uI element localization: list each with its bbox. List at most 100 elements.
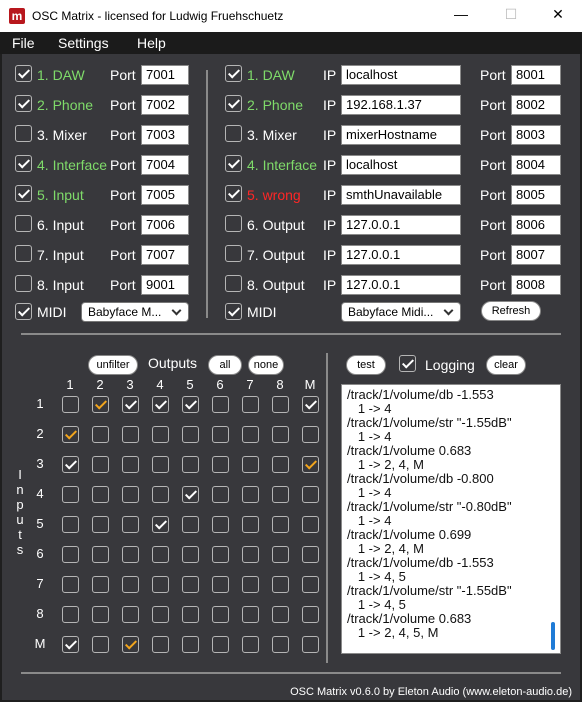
matrix-cell-M-3[interactable] (122, 636, 139, 653)
input-8-port-field[interactable]: 9001 (141, 275, 189, 295)
input-6-checkbox[interactable] (15, 215, 32, 232)
input-5-port-field[interactable]: 7005 (141, 185, 189, 205)
output-7-port-field[interactable]: 8007 (511, 245, 561, 265)
matrix-cell-8-4[interactable] (152, 606, 169, 623)
output-midi-device-dropdown[interactable]: Babyface Midi... (341, 302, 461, 322)
log-view[interactable]: /track/1/volume/db -1.553 1 -> 4/track/1… (341, 384, 561, 654)
input-4-port-field[interactable]: 7004 (141, 155, 189, 175)
refresh-button[interactable]: Refresh (481, 301, 541, 321)
input-1-checkbox[interactable] (15, 65, 32, 82)
matrix-cell-2-7[interactable] (242, 426, 259, 443)
matrix-cell-3-1[interactable] (62, 456, 79, 473)
matrix-cell-4-6[interactable] (212, 486, 229, 503)
input-8-checkbox[interactable] (15, 275, 32, 292)
log-scrollbar[interactable] (551, 622, 555, 650)
output-1-checkbox[interactable] (225, 65, 242, 82)
menu-help[interactable]: Help (137, 35, 166, 51)
output-8-checkbox[interactable] (225, 275, 242, 292)
matrix-cell-6-1[interactable] (62, 546, 79, 563)
matrix-cell-2-3[interactable] (122, 426, 139, 443)
matrix-cell-5-1[interactable] (62, 516, 79, 533)
output-3-port-field[interactable]: 8003 (511, 125, 561, 145)
output-4-port-field[interactable]: 8004 (511, 155, 561, 175)
matrix-cell-3-8[interactable] (272, 456, 289, 473)
output-5-ip-field[interactable]: smthUnavailable (341, 185, 461, 205)
matrix-cell-2-M[interactable] (302, 426, 319, 443)
matrix-cell-8-3[interactable] (122, 606, 139, 623)
matrix-cell-8-2[interactable] (92, 606, 109, 623)
matrix-cell-1-1[interactable] (62, 396, 79, 413)
output-8-ip-field[interactable]: 127.0.0.1 (341, 275, 461, 295)
matrix-cell-6-6[interactable] (212, 546, 229, 563)
matrix-cell-7-8[interactable] (272, 576, 289, 593)
matrix-cell-8-6[interactable] (212, 606, 229, 623)
matrix-cell-6-3[interactable] (122, 546, 139, 563)
matrix-cell-3-5[interactable] (182, 456, 199, 473)
matrix-cell-4-M[interactable] (302, 486, 319, 503)
matrix-cell-M-8[interactable] (272, 636, 289, 653)
menu-settings[interactable]: Settings (58, 35, 109, 51)
matrix-cell-4-4[interactable] (152, 486, 169, 503)
matrix-cell-7-7[interactable] (242, 576, 259, 593)
matrix-cell-5-4[interactable] (152, 516, 169, 533)
input-4-checkbox[interactable] (15, 155, 32, 172)
matrix-cell-8-M[interactable] (302, 606, 319, 623)
maximize-button[interactable]: ☐ (501, 6, 521, 23)
output-3-ip-field[interactable]: mixerHostname (341, 125, 461, 145)
input-6-port-field[interactable]: 7006 (141, 215, 189, 235)
matrix-cell-4-8[interactable] (272, 486, 289, 503)
matrix-cell-6-8[interactable] (272, 546, 289, 563)
output-6-ip-field[interactable]: 127.0.0.1 (341, 215, 461, 235)
matrix-cell-5-5[interactable] (182, 516, 199, 533)
matrix-cell-5-7[interactable] (242, 516, 259, 533)
select-none-button[interactable]: none (248, 355, 284, 375)
output-4-ip-field[interactable]: localhost (341, 155, 461, 175)
matrix-cell-7-6[interactable] (212, 576, 229, 593)
output-7-ip-field[interactable]: 127.0.0.1 (341, 245, 461, 265)
input-midi-device-dropdown[interactable]: Babyface M... (81, 302, 189, 322)
output-4-checkbox[interactable] (225, 155, 242, 172)
close-button[interactable]: ✕ (548, 6, 568, 23)
matrix-cell-3-4[interactable] (152, 456, 169, 473)
matrix-cell-7-1[interactable] (62, 576, 79, 593)
matrix-cell-1-2[interactable] (92, 396, 109, 413)
matrix-cell-2-4[interactable] (152, 426, 169, 443)
output-5-checkbox[interactable] (225, 185, 242, 202)
matrix-cell-1-3[interactable] (122, 396, 139, 413)
logging-checkbox[interactable] (399, 355, 416, 372)
matrix-cell-8-7[interactable] (242, 606, 259, 623)
matrix-cell-2-6[interactable] (212, 426, 229, 443)
input-5-checkbox[interactable] (15, 185, 32, 202)
output-midi-checkbox[interactable] (225, 303, 242, 320)
matrix-cell-8-8[interactable] (272, 606, 289, 623)
matrix-cell-2-2[interactable] (92, 426, 109, 443)
matrix-cell-M-6[interactable] (212, 636, 229, 653)
matrix-cell-1-6[interactable] (212, 396, 229, 413)
matrix-cell-3-M[interactable] (302, 456, 319, 473)
output-2-checkbox[interactable] (225, 95, 242, 112)
select-all-button[interactable]: all (208, 355, 242, 375)
matrix-cell-4-2[interactable] (92, 486, 109, 503)
minimize-button[interactable]: — (451, 6, 471, 22)
input-2-port-field[interactable]: 7002 (141, 95, 189, 115)
matrix-cell-4-7[interactable] (242, 486, 259, 503)
output-6-checkbox[interactable] (225, 215, 242, 232)
output-3-checkbox[interactable] (225, 125, 242, 142)
output-6-port-field[interactable]: 8006 (511, 215, 561, 235)
output-1-port-field[interactable]: 8001 (511, 65, 561, 85)
output-7-checkbox[interactable] (225, 245, 242, 262)
unfilter-button[interactable]: unfilter (88, 355, 138, 375)
matrix-cell-4-5[interactable] (182, 486, 199, 503)
matrix-cell-8-1[interactable] (62, 606, 79, 623)
matrix-cell-3-7[interactable] (242, 456, 259, 473)
matrix-cell-M-1[interactable] (62, 636, 79, 653)
matrix-cell-1-5[interactable] (182, 396, 199, 413)
input-midi-checkbox[interactable] (15, 303, 32, 320)
output-5-port-field[interactable]: 8005 (511, 185, 561, 205)
menu-file[interactable]: File (12, 35, 35, 51)
matrix-cell-5-6[interactable] (212, 516, 229, 533)
output-2-port-field[interactable]: 8002 (511, 95, 561, 115)
matrix-cell-M-7[interactable] (242, 636, 259, 653)
matrix-cell-6-5[interactable] (182, 546, 199, 563)
matrix-cell-3-3[interactable] (122, 456, 139, 473)
